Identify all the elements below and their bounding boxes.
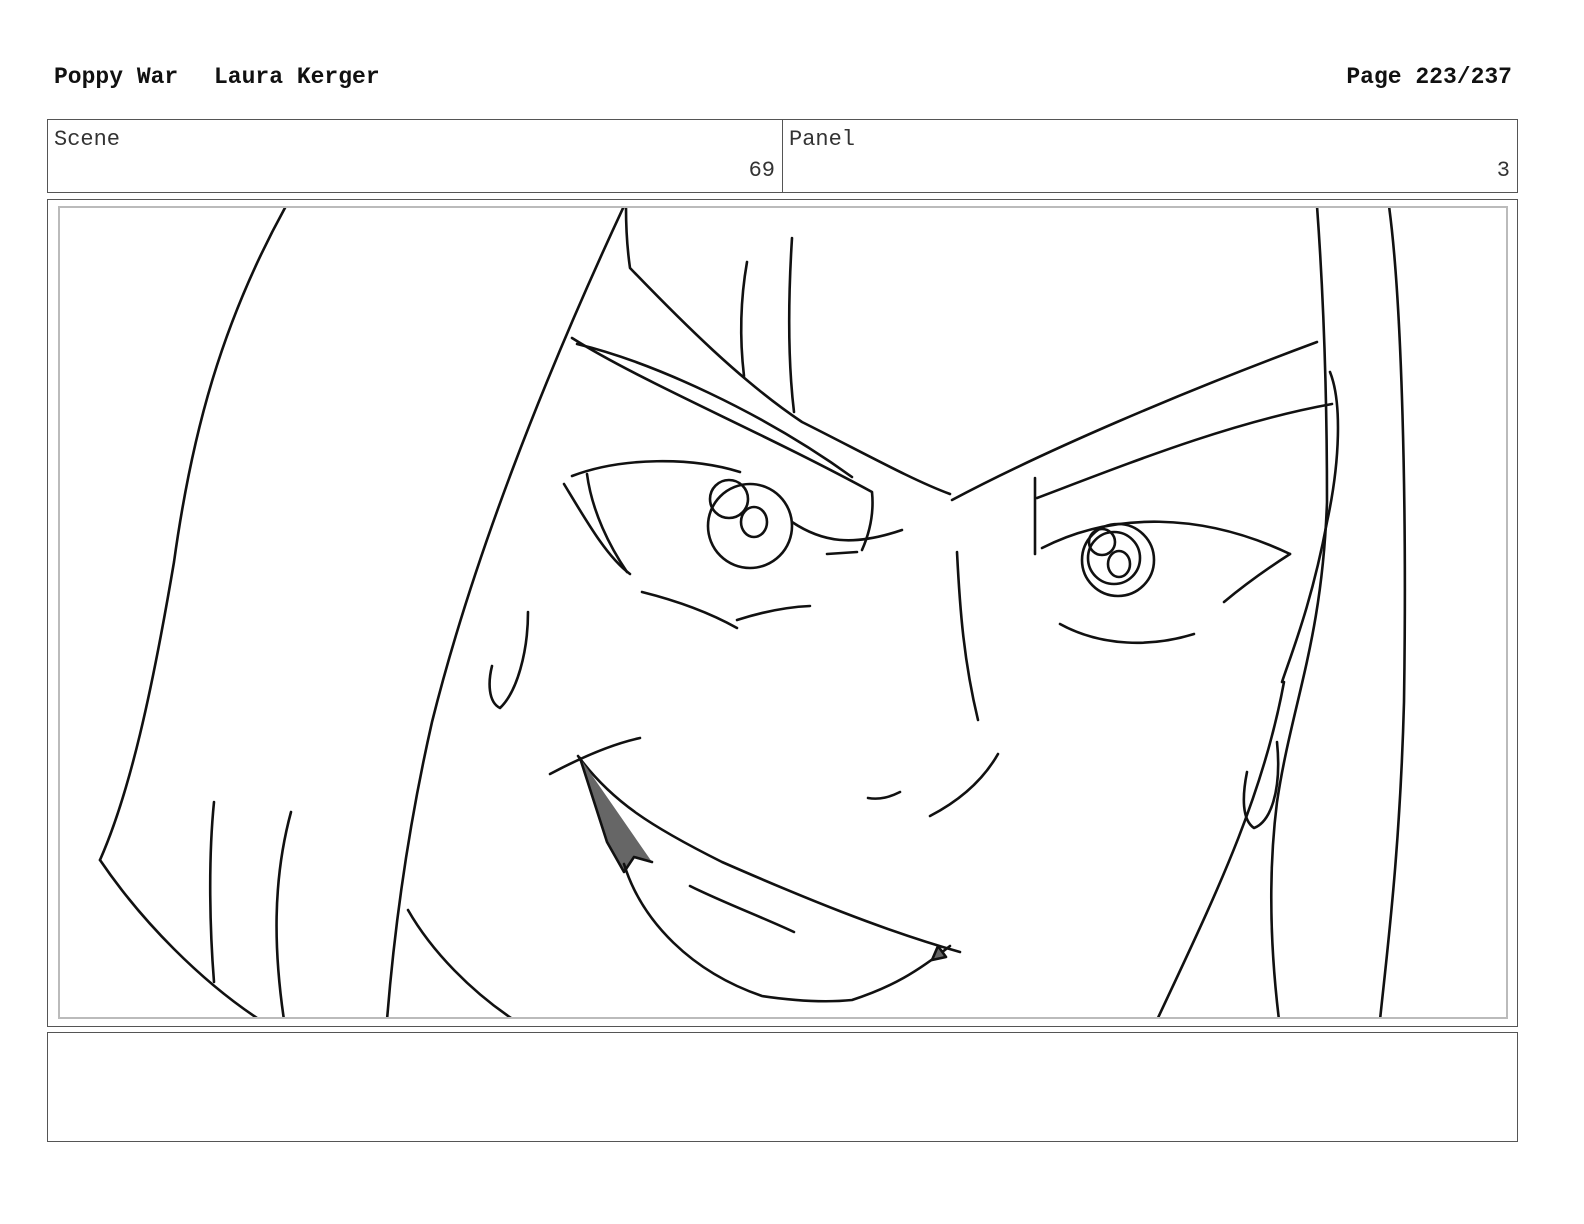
pupil-right-highlight (1106, 549, 1132, 579)
eye-right-lid (1040, 520, 1292, 556)
scene-panel-info: Scene 69 Panel 3 (47, 119, 1518, 193)
eyebrow-left-end (825, 550, 859, 556)
project-title: Poppy War (54, 64, 179, 90)
mouth-corner-line (548, 736, 642, 776)
storyboard-drawing (58, 206, 1508, 1019)
character-sketch (98, 208, 1407, 1017)
sweat-drop-left (488, 610, 530, 710)
eye-right-under (1058, 622, 1196, 645)
face-left-outline (385, 208, 625, 1017)
hair-left-strand (208, 800, 216, 984)
eye-left-crease (790, 520, 904, 542)
pupil-left-highlight (739, 505, 769, 539)
mouth-teeth-line (688, 884, 796, 934)
sweat-drop-right (1242, 740, 1280, 830)
fringe-strand-2 (787, 236, 796, 414)
eye-left-under (640, 590, 739, 630)
nose-bridge (955, 550, 980, 722)
hair-left-tip (98, 858, 258, 1017)
hair-right-outer (1379, 208, 1407, 1017)
panel-number: 3 (1496, 158, 1510, 183)
scene-number: 69 (748, 158, 775, 183)
panel-cell: Panel 3 (782, 120, 1517, 192)
page-number: Page 223/237 (1346, 64, 1512, 90)
panel-label: Panel (789, 127, 856, 152)
author-name: Laura Kerger (214, 64, 380, 90)
jaw-right (1156, 680, 1286, 1017)
hair-right-outline (1270, 208, 1329, 1017)
eye-left-outer-2 (585, 472, 629, 574)
nose-shadow (928, 752, 1000, 818)
jaw-left (406, 908, 512, 1017)
hair-left-strand-2 (275, 810, 293, 1017)
panel-notes-box[interactable] (47, 1032, 1518, 1142)
eyebrow-left (570, 336, 874, 552)
hair-left-outline (98, 208, 287, 862)
face-right-outline (1280, 370, 1340, 684)
eye-left-lid (570, 459, 742, 478)
scene-cell: Scene 69 (48, 120, 782, 192)
iris-left (706, 482, 794, 570)
fringe-strand (740, 260, 749, 378)
fringe-line (624, 208, 952, 496)
page-header: Poppy War Laura Kerger Page 223/237 (54, 64, 1512, 96)
iris-right (1080, 522, 1156, 598)
scene-label: Scene (54, 127, 121, 152)
eye-left-under-2 (735, 604, 812, 622)
eyebrow-right-lower (1035, 402, 1334, 500)
eye-left-highlight (708, 478, 750, 520)
eye-right-outer (1222, 552, 1292, 604)
nostril (866, 790, 902, 800)
